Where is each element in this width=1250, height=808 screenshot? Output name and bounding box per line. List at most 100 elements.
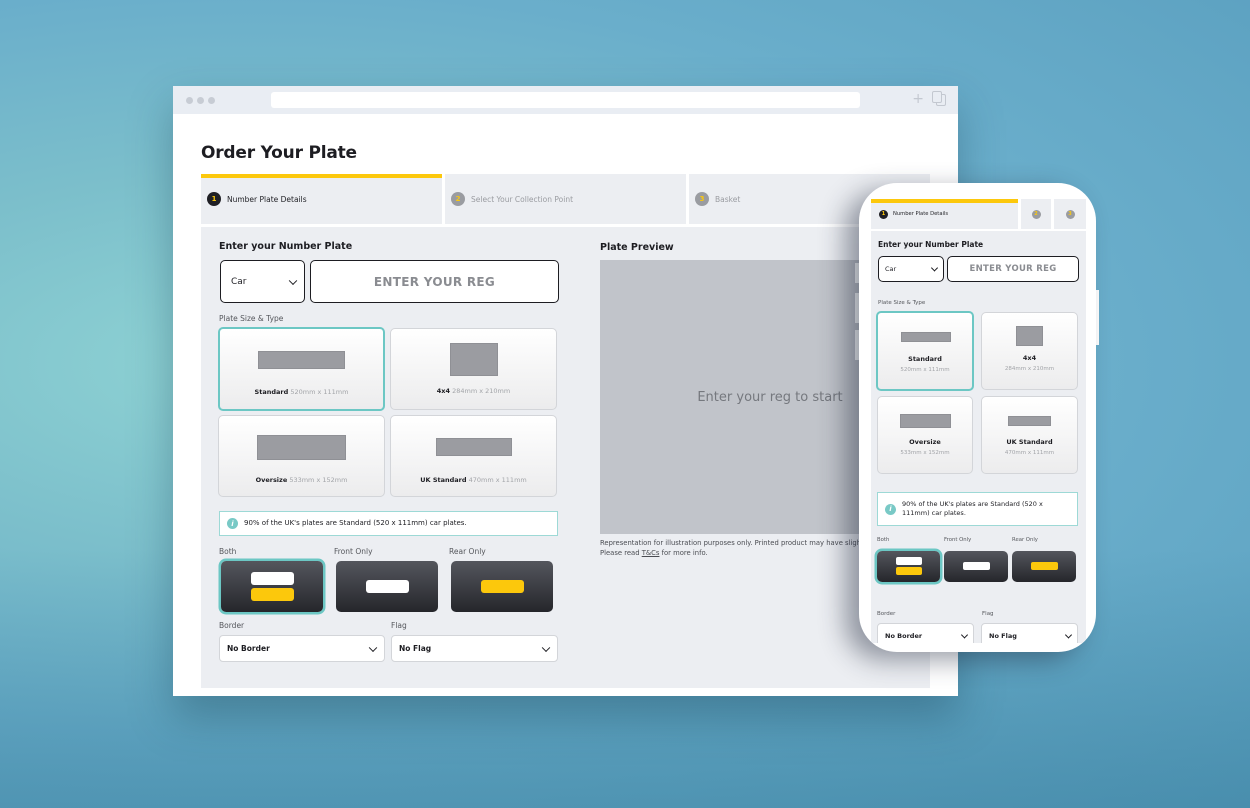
window-dot-icon[interactable] <box>208 96 215 104</box>
step-badge: 2 <box>1031 209 1041 219</box>
plate-size-name: UK Standard <box>420 476 467 484</box>
flag-select[interactable]: No Flag <box>391 635 558 662</box>
terms-link[interactable]: T&Cs <box>642 549 660 557</box>
plate-size-uk-standard[interactable]: UK Standard 470mm x 111mm <box>390 415 557 497</box>
plate-size-4x4[interactable]: 4x4 284mm x 210mm <box>390 328 557 410</box>
checkout-steps: 1 Number Plate Details 2 Select Your Col… <box>201 174 930 224</box>
step-label: Select Your Collection Point <box>471 194 574 204</box>
mobile-checkout-steps: 1 Number Plate Details 2 3 <box>871 199 1086 229</box>
step-label: Number Plate Details <box>227 194 307 204</box>
plate-size-caption: Standard 520mm x 111mm <box>220 388 383 396</box>
browser-toolbar: + <box>173 86 958 114</box>
flag-label: Flag <box>391 621 407 630</box>
step-collection-point[interactable]: 2 Select Your Collection Point <box>445 174 686 224</box>
tabs-copy-icon[interactable] <box>932 91 946 106</box>
chevron-down-icon <box>930 264 939 272</box>
plate-size-dimensions: 284mm x 210mm <box>452 387 511 395</box>
mobile-position-front-only-button[interactable] <box>944 551 1008 582</box>
step-label: Basket <box>715 194 741 204</box>
rear-plate-icon <box>251 588 294 601</box>
registration-input[interactable]: ENTER YOUR REG <box>310 260 559 303</box>
border-select[interactable]: No Border <box>219 635 385 662</box>
chevron-down-icon <box>960 631 969 639</box>
position-both-button[interactable] <box>221 561 323 612</box>
mobile-border-select[interactable]: No Border <box>877 623 974 643</box>
info-text: 90% of the UK's plates are Standard (520… <box>902 500 1043 517</box>
mobile-vehicle-type-select[interactable]: Car <box>878 256 944 282</box>
position-label-both: Both <box>877 537 890 543</box>
front-plate-icon <box>896 557 922 565</box>
enter-plate-heading: Enter your Number Plate <box>878 240 984 249</box>
disclaimer-text: Please read <box>600 549 642 558</box>
window-dot-icon[interactable] <box>186 96 193 104</box>
position-label-rear: Rear Only <box>449 547 486 556</box>
mobile-plate-size-4x4[interactable]: 4x4 284mm x 210mm <box>981 312 1078 390</box>
position-label-both: Both <box>219 547 237 556</box>
front-plate-icon <box>251 572 294 585</box>
plate-shape-icon <box>258 351 345 369</box>
mobile-plate-details-panel: Enter your Number Plate Car ENTER YOUR R… <box>871 231 1086 643</box>
plate-size-dimensions: 470mm x 111mm <box>1004 450 1055 456</box>
step-badge: 3 <box>695 192 709 206</box>
plate-size-dimensions: 520mm x 111mm <box>290 388 349 396</box>
plate-size-standard[interactable]: Standard 520mm x 111mm <box>218 327 385 411</box>
chevron-down-icon <box>1064 631 1073 639</box>
mobile-position-rear-only-button[interactable] <box>1012 551 1076 582</box>
plate-size-name: 4x4 <box>436 387 451 395</box>
plate-shape-icon <box>1016 326 1043 346</box>
mobile-phone-frame: 1 Number Plate Details 2 3 Enter your Nu… <box>859 183 1096 652</box>
new-tab-plus-icon[interactable]: + <box>912 91 924 107</box>
plate-size-caption: UK Standard 470mm x 111mm <box>391 476 556 484</box>
mobile-plate-size-uk-standard[interactable]: UK Standard 470mm x 111mm <box>981 396 1078 474</box>
desktop-browser-window: + Order Your Plate 1 Number Plate Detail… <box>173 86 958 696</box>
window-dot-icon[interactable] <box>197 96 204 104</box>
plate-shape-icon <box>436 438 512 456</box>
plate-size-name: Oversize <box>255 476 288 484</box>
info-notice: i 90% of the UK's plates are Standard (5… <box>219 511 558 536</box>
position-rear-only-button[interactable] <box>451 561 553 612</box>
mobile-flag-select[interactable]: No Flag <box>981 623 1078 643</box>
step-badge: 1 <box>207 192 221 206</box>
step-badge: 1 <box>879 209 888 219</box>
rear-plate-icon <box>481 580 524 593</box>
plate-details-panel: Enter your Number Plate Car ENTER YOUR R… <box>201 227 930 688</box>
flag-label: Flag <box>982 611 994 617</box>
mobile-step-basket[interactable]: 3 <box>1054 199 1086 229</box>
flag-select-value: No Flag <box>989 632 1017 640</box>
plate-size-oversize[interactable]: Oversize 533mm x 152mm <box>218 415 385 497</box>
step-label: Number Plate Details <box>893 211 949 217</box>
step-badge: 2 <box>451 192 465 206</box>
step-number-plate-details[interactable]: 1 Number Plate Details <box>201 174 442 224</box>
position-front-only-button[interactable] <box>336 561 438 612</box>
plate-shape-icon <box>450 343 498 376</box>
step-badge: 3 <box>1065 209 1075 219</box>
info-icon: i <box>227 518 238 529</box>
vehicle-type-select[interactable]: Car <box>220 260 305 303</box>
front-plate-icon <box>963 562 990 570</box>
mobile-info-notice: i 90% of the UK's plates are Standard (5… <box>877 492 1078 526</box>
mobile-registration-input[interactable]: ENTER YOUR REG <box>947 256 1079 282</box>
position-label-front: Front Only <box>944 537 972 543</box>
vehicle-type-value: Car <box>885 265 897 273</box>
mobile-plate-size-oversize[interactable]: Oversize 533mm x 152mm <box>877 396 973 474</box>
address-bar[interactable] <box>271 92 860 108</box>
mobile-position-both-button[interactable] <box>877 551 940 582</box>
mobile-step-number-plate-details[interactable]: 1 Number Plate Details <box>871 199 1018 229</box>
front-plate-icon <box>366 580 409 593</box>
plate-preview-heading: Plate Preview <box>600 242 674 253</box>
page-title: Order Your Plate <box>201 143 357 163</box>
plate-size-name: 4x4 <box>1022 354 1037 362</box>
plate-shape-icon <box>901 332 951 342</box>
rear-plate-icon <box>896 567 922 575</box>
plate-size-name: Standard <box>908 355 942 363</box>
mobile-step-collection-point[interactable]: 2 <box>1021 199 1051 229</box>
mobile-plate-size-standard[interactable]: Standard 520mm x 111mm <box>876 311 974 391</box>
enter-plate-heading: Enter your Number Plate <box>219 241 353 252</box>
plate-shape-icon <box>257 435 346 460</box>
mobile-screen: 1 Number Plate Details 2 3 Enter your Nu… <box>871 197 1086 643</box>
chevron-down-icon <box>541 643 551 652</box>
vehicle-type-value: Car <box>231 276 247 287</box>
position-label-rear: Rear Only <box>1012 537 1038 543</box>
plate-size-dimensions: 284mm x 210mm <box>1004 366 1055 372</box>
plate-size-name: Standard <box>254 388 289 396</box>
